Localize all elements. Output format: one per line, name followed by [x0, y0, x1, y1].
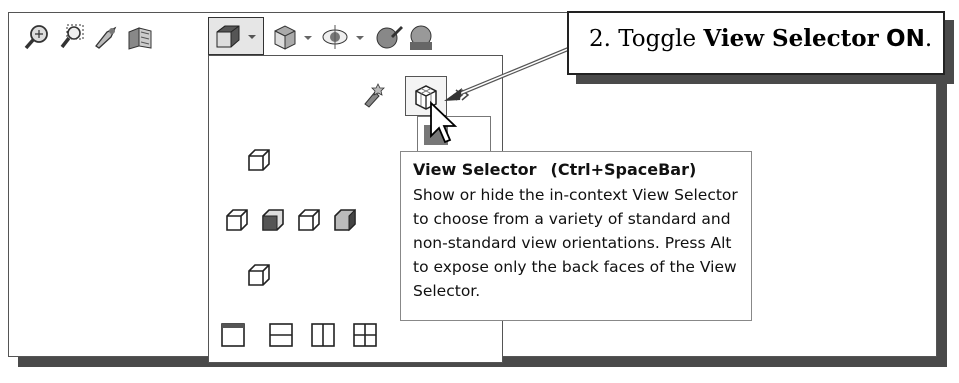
tooltip-body: Show or hide the in-context View Selecto…: [413, 186, 738, 300]
callout-state: ON: [886, 26, 925, 52]
zoom-to-fit-icon[interactable]: [22, 22, 52, 52]
display-style-icon[interactable]: [270, 22, 300, 52]
tooltip-title: View Selector (Ctrl+SpaceBar): [413, 160, 741, 179]
single-view-icon[interactable]: [219, 321, 247, 349]
callout-target-name: View Selector: [703, 25, 879, 52]
callout-text: 2. Toggle View Selector ON.: [589, 25, 932, 52]
two-view-vertical-icon[interactable]: [309, 321, 337, 349]
back-view-icon[interactable]: [331, 206, 359, 234]
front-view-icon[interactable]: [259, 206, 287, 234]
new-view-icon[interactable]: [361, 80, 389, 108]
zoom-to-area-icon[interactable]: [57, 22, 87, 52]
previous-view-icon[interactable]: [91, 22, 121, 52]
chevron-down-icon: [248, 35, 256, 39]
chevron-down-icon[interactable]: [355, 33, 365, 43]
bottom-view-icon[interactable]: [245, 261, 273, 289]
view-selector-tooltip: View Selector (Ctrl+SpaceBar) Show or hid…: [400, 151, 752, 321]
left-view-icon[interactable]: [223, 206, 251, 234]
tooltip-shortcut: (Ctrl+SpaceBar): [550, 160, 697, 179]
view-orientation-button[interactable]: [208, 17, 264, 55]
view-orientation-icon: [216, 25, 240, 48]
chevron-down-icon[interactable]: [303, 33, 313, 43]
callout-step-text: 2. Toggle: [589, 26, 704, 52]
right-view-icon[interactable]: [295, 206, 323, 234]
hide-show-items-icon[interactable]: [320, 22, 350, 52]
edit-appearance-icon[interactable]: [373, 22, 403, 52]
top-view-icon[interactable]: [245, 146, 273, 174]
tooltip-title-text: View Selector: [413, 160, 537, 179]
section-view-icon[interactable]: [125, 22, 155, 52]
instruction-callout: 2. Toggle View Selector ON.: [567, 11, 945, 75]
four-view-icon[interactable]: [351, 321, 379, 349]
callout-suffix: .: [924, 26, 933, 52]
two-view-horizontal-icon[interactable]: [267, 321, 295, 349]
